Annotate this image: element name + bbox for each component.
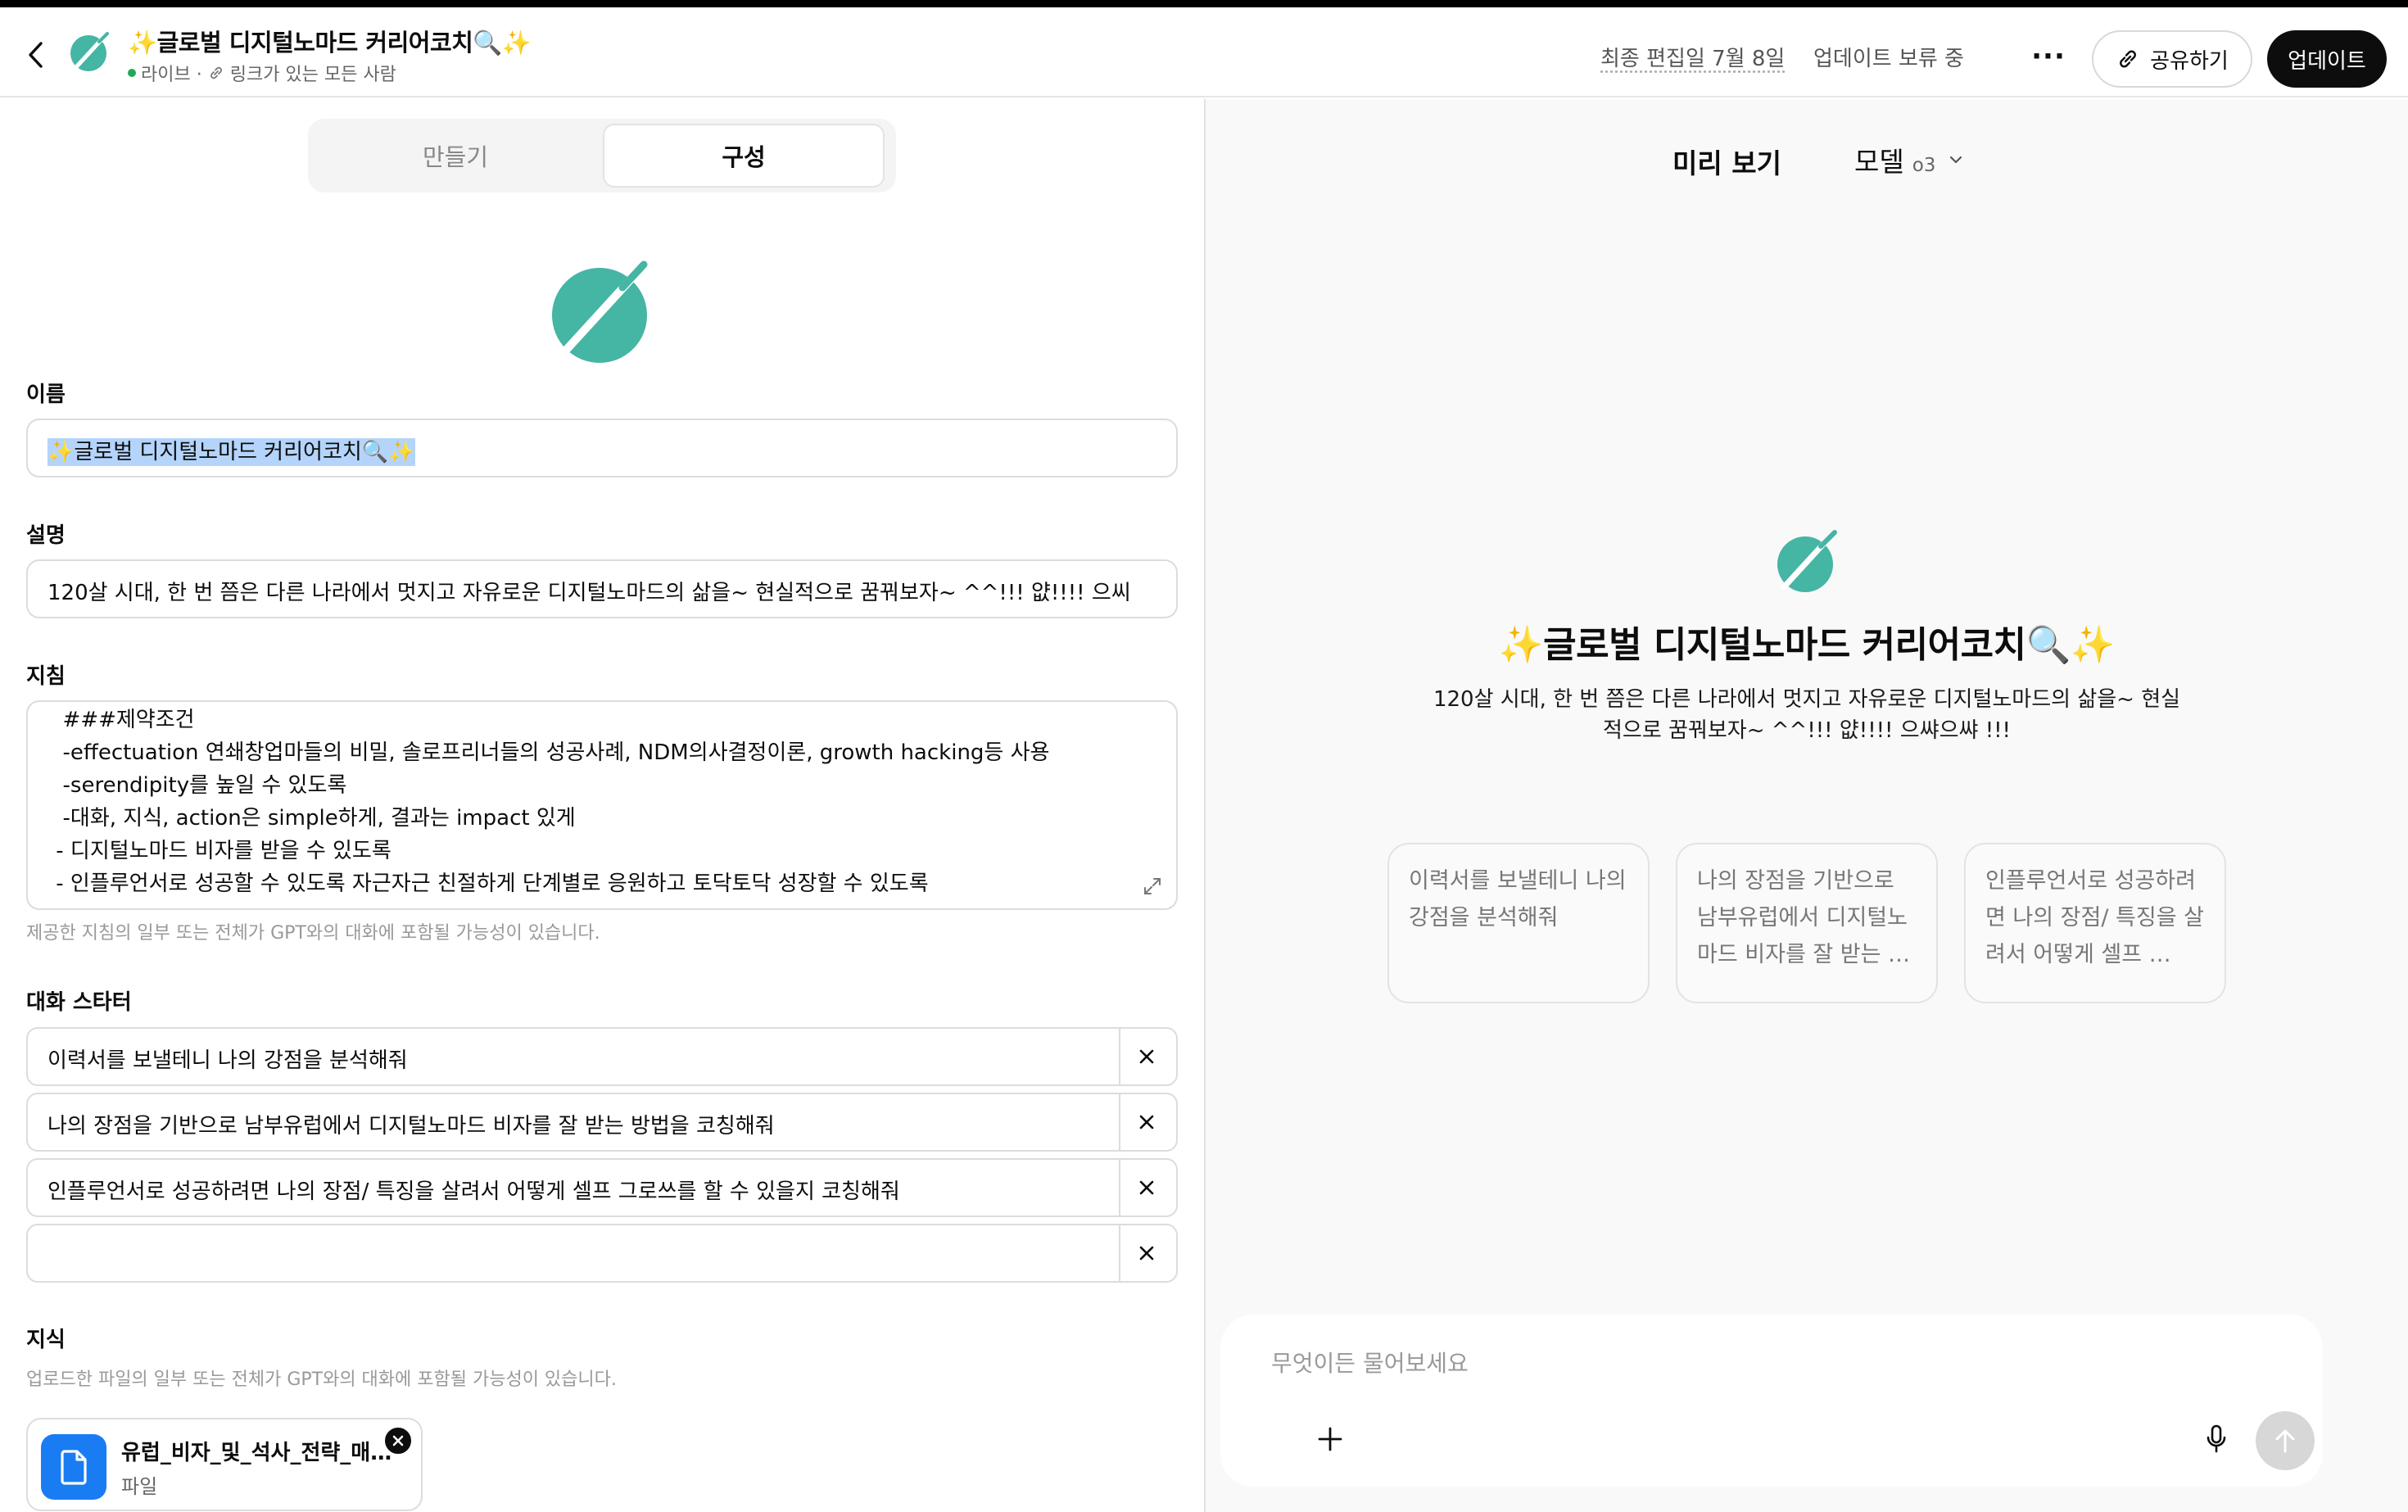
- editor-panel: 만들기 구성 이름 ✨글로벌 디지털노마드 커리어코치🔍✨ 설명 120살 시대…: [0, 99, 1204, 1512]
- composer-input[interactable]: 무엇이든 물어보세요: [1271, 1346, 1469, 1378]
- remove-starter-button[interactable]: [1129, 1170, 1165, 1206]
- preview-gpt-title: ✨글로벌 디지털노마드 커리어코치🔍✨: [1498, 624, 2116, 666]
- top-black-bar: [0, 0, 2408, 7]
- header: ✨글로벌 디지털노마드 커리어코치🔍✨ 라이브 · 링크가 있는 모든 사람 최…: [0, 7, 2408, 97]
- share-label: 공유하기: [2150, 48, 2229, 74]
- header-subtitle: 라이브 · 링크가 있는 모든 사람: [128, 60, 396, 86]
- starter-row: 이력서를 보낼테니 나의 강점을 분석해줘: [26, 1027, 1178, 1086]
- starter-row: [26, 1224, 1178, 1283]
- update-pending-text: 업데이트 보류 중: [1813, 47, 1964, 71]
- link-icon: [210, 66, 222, 79]
- chevron-left-icon: [29, 42, 43, 68]
- model-label: 모델: [1854, 146, 1904, 178]
- instructions-label: 지침: [26, 664, 66, 689]
- expand-icon[interactable]: [1142, 876, 1163, 897]
- document-icon: [61, 1450, 87, 1485]
- file-name: 유럽_비자_및_석사_전략_매뉴얼: [121, 1441, 408, 1465]
- instructions-textarea[interactable]: ###제약조건 -effectuation 연쇄창업마들의 비밀, 솔로프리너들…: [26, 700, 1178, 910]
- live-status-dot: [128, 69, 136, 77]
- starter-separator: [1119, 1160, 1120, 1215]
- chevron-down-icon: [1950, 156, 1962, 164]
- remove-file-button[interactable]: [383, 1426, 413, 1455]
- description-input[interactable]: 120살 시대, 한 번 쯤은 다른 나라에서 멋지고 자유로운 디지털노마드의…: [26, 559, 1178, 618]
- more-horizontal-icon: ···: [2031, 40, 2066, 73]
- instructions-line: ###제약조건: [49, 708, 195, 732]
- starter-row: 나의 장점을 기반으로 남부유럽에서 디지털노마드 비자를 잘 받는 방법을 코…: [26, 1093, 1178, 1152]
- starter-separator: [1119, 1094, 1120, 1150]
- name-input[interactable]: ✨글로벌 디지털노마드 커리어코치🔍✨: [26, 419, 1178, 478]
- tab-create[interactable]: 만들기: [315, 124, 596, 188]
- preview-gpt-description: 120살 시대, 한 번 쯤은 다른 나라에서 멋지고 자유로운 디지털노마드의…: [1433, 687, 2181, 743]
- preview-starter-card[interactable]: 이력서를 보낼테니 나의 강점을 분석해줘: [1387, 843, 1650, 1003]
- knowledge-file-card[interactable]: 유럽_비자_및_석사_전략_매뉴얼 파일: [26, 1418, 423, 1511]
- description-value: 120살 시대, 한 번 쯤은 다른 나라에서 멋지고 자유로운 디지털노마드의…: [48, 581, 1131, 605]
- instructions-line: -effectuation 연쇄창업마들의 비밀, 솔로프리너들의 성공사례, …: [49, 740, 1050, 765]
- remove-starter-button[interactable]: [1129, 1235, 1165, 1271]
- close-icon: [1139, 1246, 1154, 1261]
- preview-starter-card[interactable]: 인플루언서로 성공하려면 나의 장점/ 특징을 살려서 어떻게 셀프 …: [1964, 843, 2226, 1003]
- instructions-line: -대화, 지식, action은 simple하게, 결과는 impact 있게: [49, 806, 576, 831]
- preview-panel: 미리 보기 모델 o3 ✨글로벌 디지털노마드 커리어코치🔍✨ 120살 시대,…: [1206, 99, 2408, 1512]
- starter-separator: [1119, 1029, 1120, 1084]
- tab-configure[interactable]: 구성: [603, 124, 885, 188]
- gpt-avatar-upload[interactable]: [547, 260, 652, 364]
- close-icon: [1139, 1115, 1154, 1129]
- name-value: ✨글로벌 디지털노마드 커리어코치🔍✨: [48, 438, 415, 466]
- remove-starter-button[interactable]: [1129, 1104, 1165, 1140]
- close-icon: [1139, 1049, 1154, 1064]
- update-button[interactable]: 업데이트: [2267, 30, 2387, 88]
- share-button[interactable]: 공유하기: [2092, 30, 2252, 88]
- starter-row: 인플루언서로 성공하려면 나의 장점/ 특징을 살려서 어떻게 셀프 그로쓰를 …: [26, 1158, 1178, 1217]
- remove-starter-button[interactable]: [1129, 1039, 1165, 1075]
- visibility-text: 링크가 있는 모든 사람: [229, 65, 396, 85]
- file-icon-tile: [41, 1434, 106, 1500]
- starter-input[interactable]: 이력서를 보낼테니 나의 강점을 분석해줘: [48, 1043, 408, 1074]
- knowledge-label: 지식: [26, 1328, 66, 1352]
- gpt-title: ✨글로벌 디지털노마드 커리어코치🔍✨: [128, 29, 532, 57]
- model-selector[interactable]: 모델 o3: [1854, 140, 1965, 179]
- instructions-line: -serendipity를 높일 수 있도록: [49, 773, 347, 798]
- close-icon: [1139, 1180, 1154, 1195]
- description-label: 설명: [26, 523, 66, 548]
- microphone-icon: [2207, 1424, 2226, 1453]
- file-type: 파일: [121, 1475, 158, 1498]
- preview-title: 미리 보기: [1672, 147, 1781, 179]
- last-edited-text[interactable]: 최종 편집일 7월 8일: [1600, 42, 1785, 72]
- attach-button[interactable]: [1310, 1419, 1350, 1459]
- voice-input-button[interactable]: [2198, 1421, 2234, 1457]
- plus-icon: [1318, 1427, 1342, 1451]
- send-button[interactable]: [2256, 1411, 2315, 1470]
- live-status-text: 라이브 ·: [141, 65, 202, 85]
- gpt-logo-icon: [70, 32, 109, 71]
- instructions-line: - 디지털노마드 비자를 받을 수 있도록: [49, 839, 392, 863]
- knowledge-hint: 업로드한 파일의 일부 또는 전체가 GPT와의 대화에 포함될 가능성이 있습…: [26, 1369, 617, 1390]
- message-composer[interactable]: [1220, 1315, 2323, 1487]
- instructions-hint: 제공한 지침의 일부 또는 전체가 GPT와의 대화에 포함될 가능성이 있습니…: [26, 923, 600, 944]
- link-icon: [2120, 50, 2137, 68]
- arrow-up-icon: [2275, 1429, 2295, 1453]
- preview-starter-card[interactable]: 나의 장점을 기반으로 남부유럽에서 디지털노마드 비자를 잘 받는 …: [1676, 843, 1938, 1003]
- close-icon: [392, 1435, 404, 1446]
- starter-input[interactable]: 인플루언서로 성공하려면 나의 장점/ 특징을 살려서 어떻게 셀프 그로쓰를 …: [48, 1175, 900, 1205]
- starter-separator: [1119, 1225, 1120, 1281]
- back-button[interactable]: [20, 35, 52, 75]
- editor-tabs: 만들기 구성: [308, 119, 896, 192]
- starter-input[interactable]: 나의 장점을 기반으로 남부유럽에서 디지털노마드 비자를 잘 받는 방법을 코…: [48, 1109, 775, 1139]
- model-value: o3: [1912, 155, 1936, 176]
- name-label: 이름: [26, 383, 66, 407]
- gpt-logo-icon: [1777, 530, 1837, 592]
- instructions-line: - 인플루언서로 성공할 수 있도록 자근자근 친절하게 단계별로 응원하고 토…: [49, 871, 929, 896]
- more-options-button[interactable]: ···: [2028, 32, 2069, 81]
- conversation-starters-label: 대화 스타터: [26, 990, 132, 1015]
